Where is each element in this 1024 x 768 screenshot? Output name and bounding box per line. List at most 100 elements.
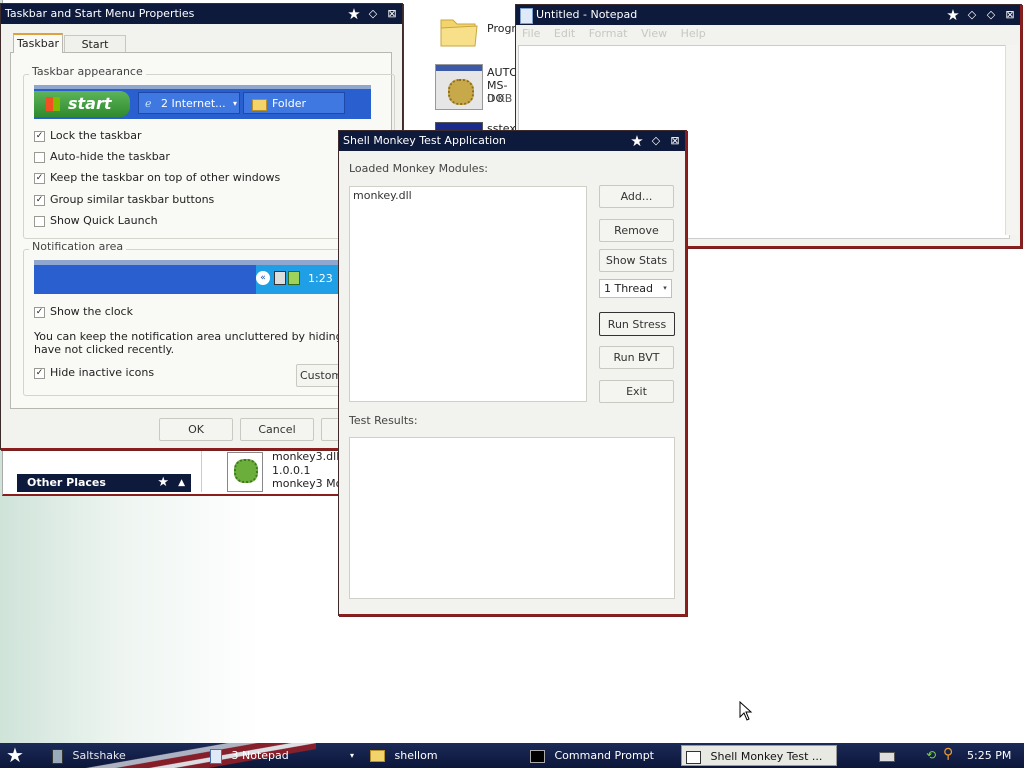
dialog-title: Taskbar and Start Menu Properties	[5, 7, 195, 20]
test-results-label: Test Results:	[349, 414, 418, 427]
thread-count-select[interactable]: 1 Thread ▾	[599, 279, 672, 298]
notepad-titlebar[interactable]: Untitled - Notepad ★ ◇ ◇ ⊠	[516, 5, 1020, 25]
lock-taskbar-label[interactable]: Lock the taskbar	[50, 129, 142, 142]
dll-icon	[227, 452, 263, 492]
task-command-prompt[interactable]: Command Prompt	[526, 745, 674, 766]
network-icon[interactable]: ⟲	[926, 748, 936, 762]
keyboard-icon[interactable]	[879, 752, 895, 762]
task-shell-monkey[interactable]: Shell Monkey Test ...	[681, 745, 837, 766]
menu-file[interactable]: File	[522, 27, 540, 40]
menu-view[interactable]: View	[641, 27, 667, 40]
shell-monkey-window: Shell Monkey Test Application ★ ◇ ⊠ Load…	[338, 130, 687, 616]
auto-hide-checkbox[interactable]	[34, 152, 45, 163]
volume-icon	[288, 271, 300, 285]
quick-launch-label[interactable]: Show Quick Launch	[50, 214, 158, 227]
task-label: Saltshake	[72, 749, 126, 762]
hide-inactive-checkbox[interactable]: ✓	[34, 368, 45, 379]
lock-taskbar-checkbox[interactable]: ✓	[34, 131, 45, 142]
shell-monkey-titlebar[interactable]: Shell Monkey Test Application ★ ◇ ⊠	[339, 131, 685, 151]
close-icon[interactable]: ⊠	[385, 7, 399, 21]
folder-item-program[interactable]: Progra	[435, 10, 523, 50]
chevron-left-icon: «	[256, 271, 270, 285]
notepad-scrollbar[interactable]	[1005, 45, 1018, 235]
test-results-box[interactable]	[349, 437, 675, 599]
windows-logo-icon	[46, 97, 60, 111]
tab-label: Taskbar	[17, 37, 59, 50]
group-buttons-label[interactable]: Group similar taskbar buttons	[50, 193, 214, 206]
dropdown-arrow-icon: ▾	[349, 751, 354, 760]
show-clock-checkbox[interactable]: ✓	[34, 307, 45, 318]
close-icon[interactable]: ⊠	[668, 134, 682, 148]
folder-item-auto[interactable]: AUTO MS-DO 0 KB	[435, 62, 518, 110]
hide-inactive-label[interactable]: Hide inactive icons	[50, 366, 154, 379]
notepad-icon	[210, 748, 222, 764]
folder-icon	[370, 750, 385, 762]
notification-info-line-2: have not clicked recently.	[34, 343, 175, 356]
task-label: Shell Monkey Test ...	[710, 750, 823, 763]
modules-listbox[interactable]: monkey.dll	[349, 186, 587, 402]
maximize-icon[interactable]: ◇	[984, 8, 998, 22]
start-label: start	[68, 94, 112, 113]
cmd-icon	[530, 749, 545, 763]
search-icon[interactable]: ⚲	[943, 746, 953, 762]
other-places-header[interactable]: Other Places ★ ▲	[17, 474, 191, 492]
show-clock-label[interactable]: Show the clock	[50, 305, 133, 318]
star-icon[interactable]: ★	[630, 134, 644, 149]
run-bvt-button[interactable]: Run BVT	[599, 346, 674, 369]
task-shellom[interactable]: shellom	[366, 745, 516, 766]
shell-monkey-title: Shell Monkey Test Application	[343, 134, 506, 147]
group-buttons-checkbox[interactable]: ✓	[34, 195, 45, 206]
keep-on-top-label[interactable]: Keep the taskbar on top of other windows	[50, 171, 280, 184]
start-button-preview: start	[34, 91, 130, 117]
run-stress-button[interactable]: Run Stress	[599, 312, 675, 336]
menu-help[interactable]: Help	[681, 27, 706, 40]
other-places-label: Other Places	[27, 476, 106, 489]
auto-hide-label[interactable]: Auto-hide the taskbar	[50, 150, 170, 163]
folder-preview: Folder	[243, 92, 345, 114]
network-icon	[274, 271, 286, 285]
folder-label: Folder	[272, 97, 306, 110]
help-icon[interactable]: ◇	[366, 7, 380, 21]
exit-button[interactable]: Exit	[599, 380, 674, 403]
task-saltshake[interactable]: Saltshake	[48, 745, 198, 766]
show-stats-button[interactable]: Show Stats	[599, 249, 674, 272]
system-tray: ⟲ ⚲ 5:25 PM	[872, 743, 1024, 768]
keep-on-top-checkbox[interactable]: ✓	[34, 173, 45, 184]
taskbar-properties-titlebar[interactable]: Taskbar and Start Menu Properties ★ ◇ ⊠	[1, 4, 402, 24]
taskbar: ★ Saltshake 3 Notepad ▾ shellom Command …	[0, 743, 1024, 768]
star-icon[interactable]: ★	[946, 8, 960, 23]
task-label: 3 Notepad	[231, 749, 289, 762]
tab-taskbar[interactable]: Taskbar	[13, 33, 63, 53]
ok-button[interactable]: OK	[159, 418, 233, 441]
notepad-menubar: File Edit Format View Help	[516, 25, 1020, 43]
menu-edit[interactable]: Edit	[554, 27, 575, 40]
minimize-icon[interactable]: ◇	[965, 8, 979, 22]
folder-icon	[252, 99, 267, 111]
close-icon[interactable]: ⊠	[1003, 8, 1017, 22]
ie-group-preview: ℯ 2 Internet... ▾	[138, 92, 240, 114]
list-item[interactable]: monkey.dll	[350, 187, 586, 204]
monkey3-line-1: monkey3.dll	[272, 450, 340, 463]
notification-info-line-1: You can keep the notification area unclu…	[34, 330, 390, 343]
add-button[interactable]: Add...	[599, 185, 674, 208]
menu-format[interactable]: Format	[589, 27, 628, 40]
remove-button[interactable]: Remove	[599, 219, 674, 242]
taskbar-preview: start ℯ 2 Internet... ▾ Folder	[34, 85, 371, 119]
notification-area-label: Notification area	[29, 240, 127, 253]
phone-icon	[52, 748, 63, 764]
star-icon[interactable]: ★	[347, 7, 361, 22]
dropdown-arrow-icon[interactable]: ▾	[659, 280, 671, 297]
auto-line-1: AUTO	[487, 66, 518, 79]
taskbar-appearance-label: Taskbar appearance	[29, 65, 146, 78]
chevron-up-icon[interactable]: ▲	[178, 474, 185, 492]
help-icon[interactable]: ◇	[649, 134, 663, 148]
task-notepad-group[interactable]: 3 Notepad ▾	[206, 745, 358, 766]
clock: 5:25 PM	[967, 749, 1012, 762]
notepad-icon	[520, 8, 533, 24]
explorer-pane-edge	[201, 446, 218, 492]
mouse-cursor-icon	[739, 701, 753, 721]
tab-start-menu[interactable]: Start Menu	[64, 35, 126, 69]
quick-launch-checkbox[interactable]	[34, 216, 45, 227]
start-star-button[interactable]: ★	[6, 743, 24, 767]
cancel-button[interactable]: Cancel	[240, 418, 314, 441]
